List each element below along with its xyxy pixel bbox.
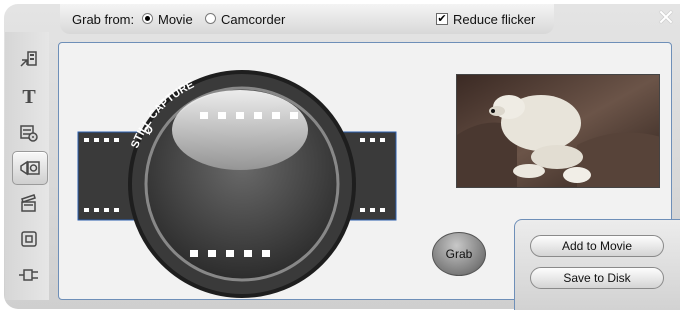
- sidebar-item-square[interactable]: [13, 224, 45, 254]
- sidebar-item-clapper[interactable]: [13, 188, 45, 218]
- movie-radio[interactable]: [142, 13, 153, 24]
- sidebar-item-plugins[interactable]: [13, 260, 45, 290]
- camcorder-radio[interactable]: [205, 13, 216, 24]
- clapper-icon: [21, 194, 36, 212]
- sidebar: T: [5, 32, 49, 300]
- disc-menu-icon: [20, 125, 38, 142]
- sidebar-item-movie-tools[interactable]: [13, 44, 45, 74]
- grab-from-label: Grab from:: [72, 12, 135, 27]
- save-to-disk-button[interactable]: Save to Disk: [530, 267, 664, 289]
- action-area: [514, 219, 680, 310]
- movie-radio-label[interactable]: Movie: [158, 12, 193, 27]
- camcorder-radio-label[interactable]: Camcorder: [221, 12, 285, 27]
- magnifier-lens: Ø STILL CAPTURE: [128, 70, 356, 298]
- polar-bear-image: [457, 75, 659, 187]
- plugin-icon: [19, 269, 38, 281]
- square-icon: [21, 231, 37, 247]
- still-capture-graphic: Ø STILL CAPTURE: [77, 70, 397, 298]
- grab-button[interactable]: Grab: [432, 232, 486, 276]
- title-text-icon: T: [22, 85, 36, 108]
- movie-tools-icon: [20, 51, 37, 67]
- close-button[interactable]: ✕: [655, 7, 677, 29]
- captured-frame-preview: [456, 74, 660, 188]
- sidebar-item-frame-grab[interactable]: [12, 151, 48, 185]
- capture-options-bar: Grab from: Movie Camcorder ✔ Reduce flic…: [60, 4, 554, 34]
- sidebar-item-disc-menu[interactable]: [13, 118, 45, 148]
- sidebar-item-titles[interactable]: T: [13, 82, 45, 112]
- add-to-movie-button[interactable]: Add to Movie: [530, 235, 664, 257]
- reduce-flicker-checkbox[interactable]: ✔: [436, 13, 448, 25]
- frame-grab-icon: [20, 160, 40, 176]
- reduce-flicker-label[interactable]: Reduce flicker: [453, 12, 535, 27]
